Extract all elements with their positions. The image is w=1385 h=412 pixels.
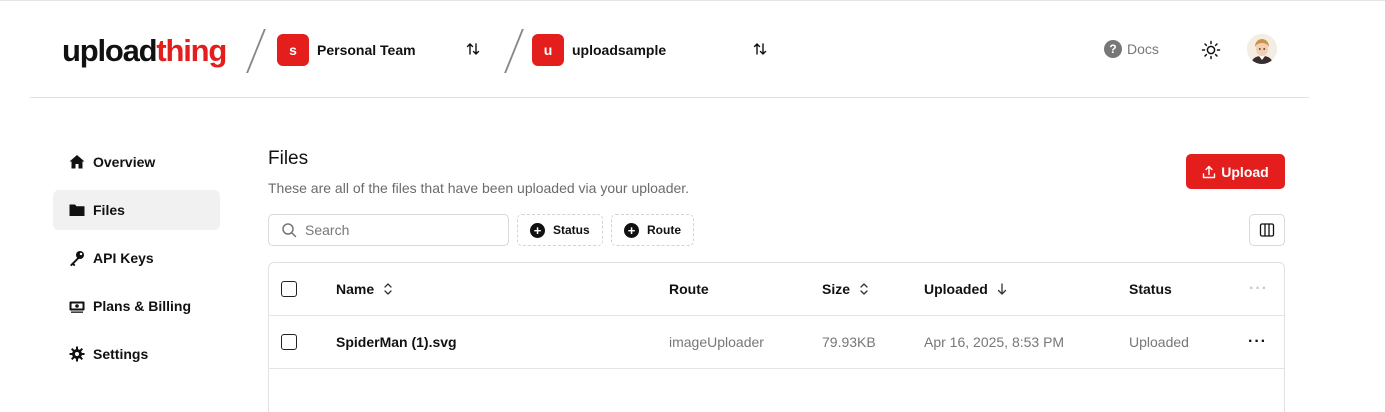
- column-header-label: Uploaded: [924, 281, 988, 297]
- files-table: Name Route Size Uploaded Status ··· Spid…: [268, 262, 1285, 412]
- upload-icon: [1203, 165, 1216, 178]
- route-filter-button[interactable]: + Route: [611, 214, 694, 246]
- team-badge: s: [277, 34, 309, 66]
- sidebar-item-files[interactable]: Files: [53, 190, 220, 230]
- breadcrumb-divider: [246, 29, 266, 73]
- row-checkbox[interactable]: [281, 334, 297, 350]
- search-icon: [282, 223, 297, 238]
- sidebar-item-label: Plans & Billing: [93, 298, 192, 314]
- team-name: Personal Team: [317, 42, 416, 58]
- status-filter-button[interactable]: + Status: [517, 214, 603, 246]
- user-avatar[interactable]: [1247, 34, 1277, 64]
- file-size: 79.93KB: [822, 334, 876, 350]
- key-icon: [70, 251, 84, 267]
- folder-icon: [69, 204, 85, 216]
- sidebar-item-label: Settings: [93, 346, 149, 362]
- column-header-name[interactable]: Name: [336, 263, 394, 315]
- column-header-uploaded[interactable]: Uploaded: [924, 263, 1008, 315]
- column-header-label: Route: [669, 281, 709, 297]
- page-subtitle: These are all of the files that have bee…: [268, 180, 690, 196]
- team-switch-icon[interactable]: [465, 41, 481, 57]
- sidebar-item-label: Files: [93, 202, 125, 218]
- column-header-route: Route: [669, 263, 709, 315]
- sidebar-item-overview[interactable]: Overview: [53, 142, 220, 182]
- sort-descending-icon: [997, 283, 1006, 295]
- sidebar-item-plans-billing[interactable]: Plans & Billing: [53, 286, 220, 326]
- sidebar-item-label: Overview: [93, 154, 156, 170]
- column-header-status: Status: [1129, 263, 1172, 315]
- upload-button[interactable]: Upload: [1186, 154, 1285, 189]
- docs-label: Docs: [1127, 41, 1159, 57]
- sidebar: Overview Files API Keys Plans & Billing: [53, 142, 220, 382]
- column-header-label: Name: [336, 281, 375, 297]
- sort-icon: [860, 283, 868, 295]
- sidebar-item-settings[interactable]: Settings: [53, 334, 220, 374]
- table-row[interactable]: SpiderMan (1).svg imageUploader 79.93KB …: [269, 316, 1284, 369]
- plus-circle-icon: +: [530, 222, 545, 238]
- plus-circle-icon: +: [624, 222, 639, 238]
- select-all-checkbox-cell: [281, 263, 297, 315]
- sort-icon: [384, 283, 392, 295]
- file-name: SpiderMan (1).svg: [336, 334, 457, 350]
- breadcrumb-divider: [504, 29, 524, 73]
- app-badge: u: [532, 34, 564, 66]
- columns-icon: [1259, 223, 1275, 237]
- column-header-label: Size: [822, 281, 851, 297]
- logo-text-thing: thing: [156, 33, 227, 68]
- sidebar-item-label: API Keys: [93, 250, 154, 266]
- column-header-size[interactable]: Size: [822, 263, 870, 315]
- file-route: imageUploader: [669, 334, 764, 350]
- header-more-icon: ···: [1249, 280, 1268, 297]
- select-all-checkbox[interactable]: [281, 281, 297, 297]
- logo-text-upload: upload: [62, 33, 158, 68]
- uploadthing-logo[interactable]: uploadthing: [62, 31, 227, 71]
- table-header-row: Name Route Size Uploaded Status ···: [269, 263, 1284, 316]
- theme-toggle-sun-icon[interactable]: [1201, 40, 1221, 60]
- row-actions-more-icon[interactable]: ···: [1248, 316, 1267, 368]
- column-header-label: Status: [1129, 281, 1172, 297]
- gear-icon: [69, 346, 85, 362]
- columns-toggle-button[interactable]: [1249, 214, 1285, 246]
- filter-label: Status: [553, 223, 590, 237]
- help-icon: ?: [1104, 40, 1122, 58]
- search-input[interactable]: [305, 222, 495, 238]
- docs-link[interactable]: ? Docs: [1104, 40, 1159, 58]
- top-header: uploadthing s Personal Team u uploadsamp…: [30, 1, 1309, 98]
- file-uploaded-date: Apr 16, 2025, 8:53 PM: [924, 334, 1065, 350]
- app-switch-icon[interactable]: [752, 41, 768, 57]
- app-switcher[interactable]: u uploadsample: [532, 34, 666, 66]
- row-checkbox-cell: [281, 316, 297, 368]
- app-name: uploadsample: [572, 42, 667, 58]
- search-box[interactable]: [268, 214, 509, 246]
- billing-icon: [69, 301, 85, 313]
- sidebar-item-api-keys[interactable]: API Keys: [53, 238, 220, 278]
- filter-label: Route: [647, 223, 681, 237]
- team-switcher[interactable]: s Personal Team: [277, 34, 416, 66]
- home-icon: [69, 155, 85, 169]
- file-status: Uploaded: [1129, 334, 1189, 350]
- page-title: Files: [268, 148, 309, 169]
- upload-button-label: Upload: [1221, 163, 1269, 180]
